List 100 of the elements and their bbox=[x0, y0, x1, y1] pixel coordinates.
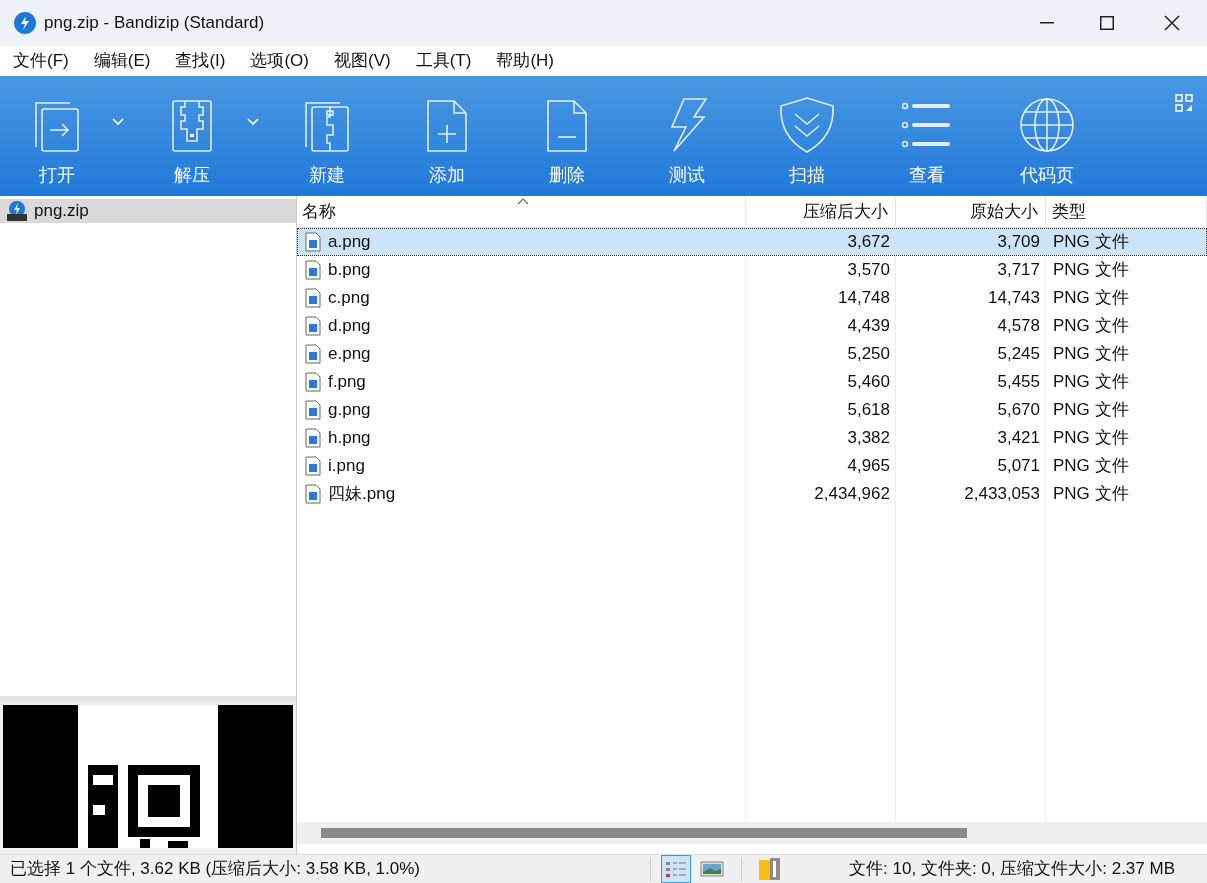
table-cell-text: g.png bbox=[328, 399, 371, 422]
table-cell-text: 4,439 bbox=[847, 315, 890, 338]
toolbar-button[interactable]: 查看 bbox=[872, 76, 982, 196]
toolbar-button[interactable]: 解压 bbox=[137, 76, 247, 196]
file-row[interactable]: h.png 3,382 3,421 PNG 文件 bbox=[297, 424, 1207, 452]
status-text: 已选择 1 个文件, 3.62 KB (压缩后大小: 3.58 KB, 1.0%) bbox=[10, 858, 421, 881]
caret-icon bbox=[112, 118, 124, 126]
toolbar-button[interactable]: 打开 bbox=[2, 76, 112, 196]
image-file-icon bbox=[305, 260, 321, 280]
globe-icon bbox=[1019, 97, 1075, 153]
tree-item[interactable]: png.zip bbox=[0, 199, 296, 223]
details-view-button[interactable] bbox=[661, 855, 691, 883]
table-cell-text: PNG 文件 bbox=[1053, 287, 1129, 310]
table-cell-text: i.png bbox=[328, 455, 365, 478]
column-header[interactable]: 原始大小 bbox=[896, 196, 1046, 227]
toolbar-button[interactable]: 添加 bbox=[392, 76, 502, 196]
file-row[interactable]: f.png 5,460 5,455 PNG 文件 bbox=[297, 368, 1207, 396]
app-logo-icon bbox=[14, 12, 36, 34]
table-cell-text: 5,250 bbox=[847, 343, 890, 366]
table-cell-text: e.png bbox=[328, 343, 371, 366]
table-cell-text: PNG 文件 bbox=[1053, 371, 1129, 394]
menu-item[interactable]: 工具(T) bbox=[408, 48, 479, 74]
file-row[interactable]: i.png 4,965 5,071 PNG 文件 bbox=[297, 452, 1207, 480]
list-icon bbox=[902, 100, 952, 150]
table-cell-text: h.png bbox=[328, 427, 371, 450]
table-cell-text: f.png bbox=[328, 371, 366, 394]
window-title: png.zip - Bandizip (Standard) bbox=[44, 12, 265, 35]
horizontal-scrollbar[interactable] bbox=[321, 828, 967, 838]
file-row[interactable]: g.png 5,618 5,670 PNG 文件 bbox=[297, 396, 1207, 424]
image-file-icon bbox=[305, 316, 321, 336]
table-cell-text: PNG 文件 bbox=[1053, 259, 1129, 282]
zip-file-icon bbox=[6, 201, 28, 221]
table-cell-text: 5,455 bbox=[997, 371, 1040, 394]
menu-item[interactable]: 帮助(H) bbox=[489, 48, 561, 74]
table-cell-text: 14,743 bbox=[988, 287, 1040, 310]
table-cell-text: 5,245 bbox=[997, 343, 1040, 366]
table-cell-text: 5,670 bbox=[997, 399, 1040, 422]
image-file-icon bbox=[305, 372, 321, 392]
table-cell-text: PNG 文件 bbox=[1053, 427, 1129, 450]
image-file-icon bbox=[305, 288, 321, 308]
file-row[interactable]: d.png 4,439 4,578 PNG 文件 bbox=[297, 312, 1207, 340]
menu-item[interactable]: 查找(I) bbox=[168, 48, 233, 74]
menu-item[interactable]: 文件(F) bbox=[6, 48, 76, 74]
toolbar-button[interactable]: 扫描 bbox=[752, 76, 862, 196]
table-cell-text: d.png bbox=[328, 315, 371, 338]
table-cell-text: PNG 文件 bbox=[1053, 483, 1129, 506]
table-cell-text: c.png bbox=[328, 287, 370, 310]
file-row[interactable]: e.png 5,250 5,245 PNG 文件 bbox=[297, 340, 1207, 368]
thumbnail-view-icon bbox=[700, 859, 724, 879]
status-text: 文件: 10, 文件夹: 0, 压缩文件大小: 2.37 MB bbox=[849, 858, 1175, 881]
minimize-icon[interactable] bbox=[1040, 22, 1054, 24]
layout-grid-icon[interactable] bbox=[1175, 94, 1193, 112]
menu-item[interactable]: 视图(V) bbox=[327, 48, 398, 74]
shield-icon bbox=[777, 96, 837, 154]
table-cell-text: 3,717 bbox=[997, 259, 1040, 282]
table-cell-text: 3,382 bbox=[847, 427, 890, 450]
image-file-icon bbox=[305, 232, 321, 252]
file-row[interactable]: c.png 14,748 14,743 PNG 文件 bbox=[297, 284, 1207, 312]
close-icon[interactable] bbox=[1164, 15, 1180, 31]
table-cell-text: 2,434,962 bbox=[814, 483, 890, 506]
file-row[interactable]: b.png 3,570 3,717 PNG 文件 bbox=[297, 256, 1207, 284]
table-cell-text: PNG 文件 bbox=[1053, 231, 1129, 254]
table-cell-text: 3,672 bbox=[847, 231, 890, 254]
table-cell-text: 2,433,053 bbox=[964, 483, 1040, 506]
image-file-icon bbox=[305, 400, 321, 420]
image-file-icon bbox=[305, 484, 321, 504]
menu-item[interactable]: 编辑(E) bbox=[86, 48, 158, 74]
table-cell-text: 3,421 bbox=[997, 427, 1040, 450]
table-cell-text: 3,709 bbox=[997, 231, 1040, 254]
table-cell-text: 3,570 bbox=[847, 259, 890, 282]
table-cell-text: 5,618 bbox=[847, 399, 890, 422]
table-cell-text: 5,071 bbox=[997, 455, 1040, 478]
menu-item[interactable]: 选项(O) bbox=[243, 48, 316, 74]
image-file-icon bbox=[305, 428, 321, 448]
table-cell-text: 5,460 bbox=[847, 371, 890, 394]
toolbar-button[interactable]: 测试 bbox=[632, 76, 742, 196]
caret-icon bbox=[247, 118, 259, 126]
table-cell-text: 四妹.png bbox=[328, 483, 396, 506]
archive-folder-icon[interactable] bbox=[758, 857, 782, 881]
column-header[interactable]: 类型 bbox=[1046, 196, 1207, 227]
table-cell-text: a.png bbox=[328, 231, 371, 254]
table-cell-text: PNG 文件 bbox=[1053, 455, 1129, 478]
image-file-icon bbox=[305, 344, 321, 364]
details-view-icon bbox=[664, 859, 688, 879]
file-row[interactable]: 四妹.png 2,434,962 2,433,053 PNG 文件 bbox=[297, 480, 1207, 508]
table-cell-text: PNG 文件 bbox=[1053, 315, 1129, 338]
sort-ascending-icon bbox=[517, 198, 529, 205]
table-cell-text: PNG 文件 bbox=[1053, 399, 1129, 422]
column-header[interactable]: 名称 bbox=[297, 196, 746, 227]
table-cell-text: 4,578 bbox=[997, 315, 1040, 338]
toolbar-button[interactable]: 代码页 bbox=[992, 76, 1102, 196]
image-file-icon bbox=[305, 456, 321, 476]
maximize-icon[interactable] bbox=[1100, 16, 1114, 30]
table-cell-text: PNG 文件 bbox=[1053, 343, 1129, 366]
toolbar-button[interactable]: 新建 bbox=[272, 76, 382, 196]
table-cell-text: 14,748 bbox=[838, 287, 890, 310]
toolbar-button[interactable]: 删除 bbox=[512, 76, 622, 196]
column-header[interactable]: 压缩后大小 bbox=[746, 196, 896, 227]
file-row[interactable]: a.png 3,672 3,709 PNG 文件 bbox=[297, 228, 1207, 256]
table-cell-text: b.png bbox=[328, 259, 371, 282]
